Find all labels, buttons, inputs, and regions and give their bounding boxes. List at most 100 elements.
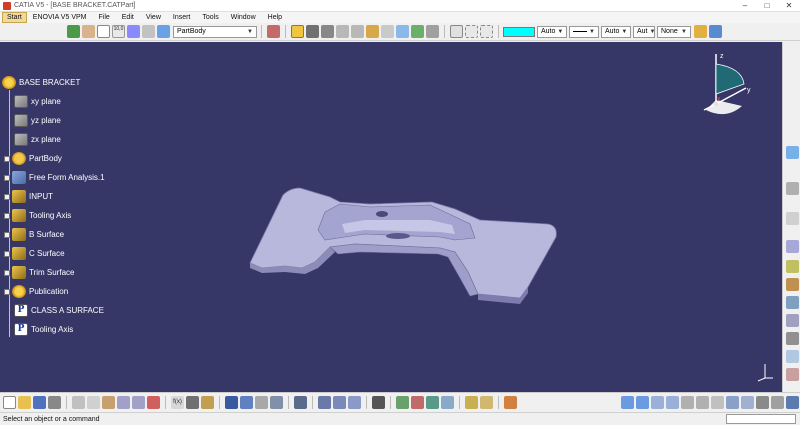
gear-icon[interactable] <box>255 396 268 409</box>
menu-help[interactable]: Help <box>262 12 288 23</box>
paste-icon[interactable] <box>102 396 115 409</box>
zoom-out-icon[interactable] <box>351 25 364 38</box>
connect-checker-icon[interactable] <box>480 396 493 409</box>
sketch-icon[interactable] <box>294 396 307 409</box>
knowledge-icon[interactable] <box>186 396 199 409</box>
grid-icon[interactable] <box>465 25 478 38</box>
properties-icon[interactable] <box>709 25 722 38</box>
redo-icon[interactable] <box>132 396 145 409</box>
menu-edit[interactable]: Edit <box>116 12 140 23</box>
window-title: CATIA V5 - [BASE BRACKET.CATPart] <box>14 2 136 9</box>
camera-icon[interactable] <box>372 396 385 409</box>
select-arrow-icon[interactable] <box>97 25 110 38</box>
menu-window[interactable]: Window <box>225 12 262 23</box>
hide-show-icon[interactable] <box>411 25 424 38</box>
menu-file[interactable]: File <box>92 12 115 23</box>
zoom-in-icon[interactable] <box>336 25 349 38</box>
line-weight-dropdown[interactable]: Auto ▼ <box>601 25 631 38</box>
hide-icon[interactable] <box>756 396 769 409</box>
status-message: Select an object or a command <box>3 415 100 423</box>
walk-icon[interactable] <box>636 396 649 409</box>
transparency-dropdown[interactable]: Auto ▼ <box>537 25 567 38</box>
normal-to-icon[interactable] <box>711 396 724 409</box>
rotate-view-icon[interactable] <box>666 396 679 409</box>
hand-icon[interactable] <box>82 25 95 38</box>
offset-icon[interactable] <box>786 296 799 309</box>
curve-icon[interactable] <box>786 182 799 195</box>
fillet-icon[interactable] <box>786 368 799 381</box>
fill-icon[interactable] <box>786 278 799 291</box>
thickness-dropdown[interactable]: Aut ▼ <box>633 25 655 38</box>
surface-icon[interactable] <box>786 146 799 159</box>
zoom-out-view-icon[interactable] <box>696 396 709 409</box>
dimension-icon[interactable] <box>333 396 346 409</box>
show-icon[interactable] <box>771 396 784 409</box>
menu-start[interactable]: Start <box>2 12 27 23</box>
join-icon[interactable] <box>786 350 799 363</box>
constraint-icon[interactable] <box>318 396 331 409</box>
3d-viewport[interactable]: BASE BRACKET xy plane yz plane zx plane … <box>0 42 782 392</box>
extrude-icon[interactable] <box>786 260 799 273</box>
swap-visible-icon[interactable] <box>426 25 439 38</box>
fly-mode-icon[interactable] <box>621 396 634 409</box>
measure-icon[interactable] <box>127 25 140 38</box>
print-icon[interactable] <box>48 396 61 409</box>
spec-tree-icon[interactable] <box>225 396 238 409</box>
color-swatch[interactable] <box>503 26 535 37</box>
copy-icon[interactable] <box>87 396 100 409</box>
command-input[interactable] <box>726 414 796 424</box>
iso-view-icon[interactable] <box>381 25 394 38</box>
linetype-dropdown[interactable]: ▼ <box>569 25 599 38</box>
undo-icon[interactable] <box>117 396 130 409</box>
point-icon[interactable] <box>396 396 409 409</box>
formula-icon[interactable]: f(x) <box>171 396 184 409</box>
quick-view-icon[interactable] <box>726 396 739 409</box>
shading-icon[interactable] <box>396 25 409 38</box>
reference-icon[interactable] <box>348 396 361 409</box>
rotate-icon[interactable] <box>321 25 334 38</box>
sketcher-icon[interactable] <box>450 25 463 38</box>
menu-insert[interactable]: Insert <box>167 12 197 23</box>
cut-icon[interactable] <box>72 396 85 409</box>
maximize-button[interactable]: □ <box>756 0 778 12</box>
shape-icon[interactable] <box>786 240 799 253</box>
zoom-icon[interactable]: 10,0 <box>112 25 125 38</box>
tools-icon[interactable] <box>270 396 283 409</box>
part-model[interactable] <box>0 42 782 392</box>
body-icon[interactable] <box>157 25 170 38</box>
zoom-in-view-icon[interactable] <box>681 396 694 409</box>
menu-tools[interactable]: Tools <box>196 12 224 23</box>
pan-view-icon[interactable] <box>651 396 664 409</box>
pan-icon[interactable] <box>306 25 319 38</box>
line-icon[interactable] <box>411 396 424 409</box>
compass-icon[interactable]: z y x <box>700 50 760 120</box>
body-dropdown[interactable]: PartBody ▼ <box>173 25 257 38</box>
catalog-icon[interactable] <box>267 25 280 38</box>
minimize-button[interactable]: – <box>734 0 756 12</box>
fit-all-icon[interactable] <box>291 25 304 38</box>
open-icon[interactable] <box>18 396 31 409</box>
split-icon[interactable] <box>786 314 799 327</box>
apply-material-icon[interactable] <box>504 396 517 409</box>
normal-view-icon[interactable] <box>366 25 379 38</box>
wireframe-icon[interactable] <box>786 212 799 225</box>
projection-icon[interactable] <box>441 396 454 409</box>
save-icon[interactable] <box>33 396 46 409</box>
menu-view[interactable]: View <box>140 12 167 23</box>
axis-icon[interactable] <box>142 25 155 38</box>
trim-icon[interactable] <box>786 332 799 345</box>
whats-this-icon[interactable] <box>147 396 160 409</box>
close-button[interactable]: ✕ <box>778 0 800 12</box>
status-bar: Select an object or a command <box>0 412 800 425</box>
paintbrush-icon[interactable] <box>694 25 707 38</box>
catalog-browser-icon[interactable] <box>240 396 253 409</box>
menu-enovia[interactable]: ENOVIA V5 VPM <box>27 12 93 23</box>
law-icon[interactable] <box>201 396 214 409</box>
new-icon[interactable] <box>3 396 16 409</box>
plane-tool-icon[interactable] <box>426 396 439 409</box>
layer-dropdown[interactable]: None ▼ <box>657 25 691 38</box>
analysis-tool-icon[interactable] <box>465 396 478 409</box>
view-mode-icon[interactable] <box>741 396 754 409</box>
snap-icon[interactable] <box>480 25 493 38</box>
update-icon[interactable] <box>67 25 80 38</box>
